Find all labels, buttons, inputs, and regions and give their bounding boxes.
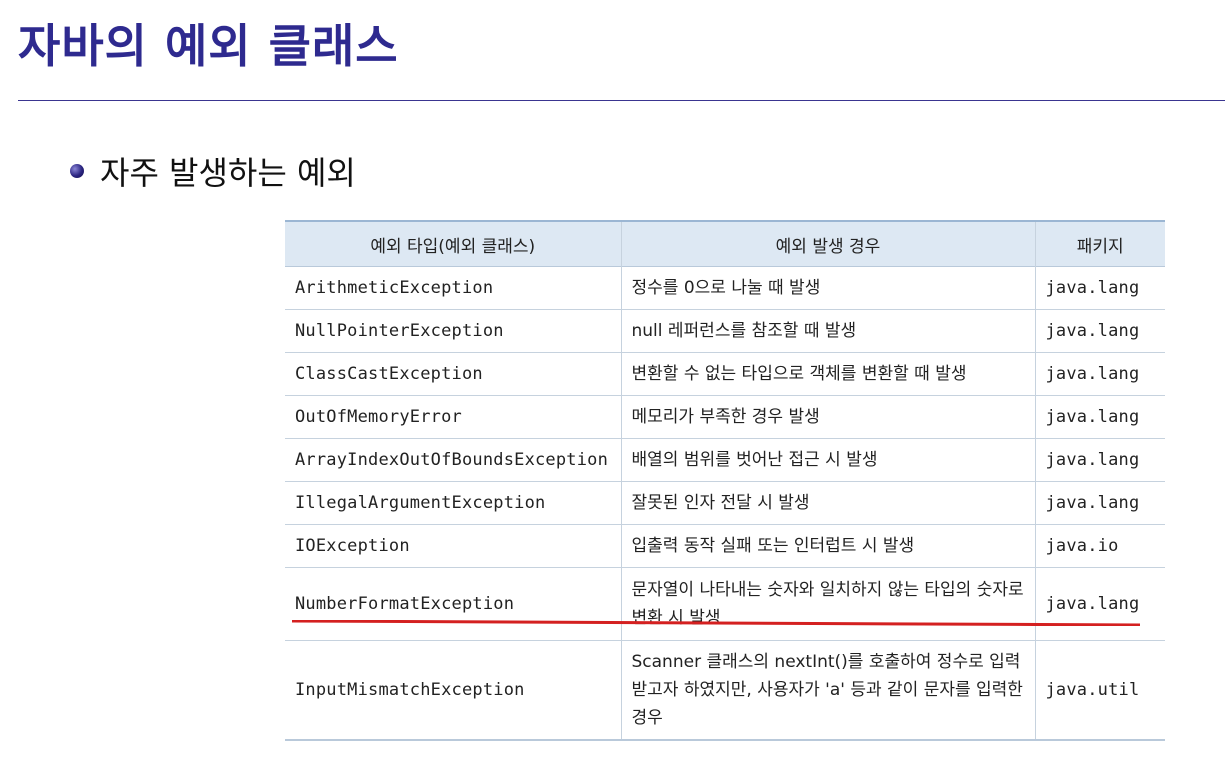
table-row: NumberFormatException 문자열이 나타내는 숫자와 일치하지… [285, 567, 1165, 641]
exception-type-cell: NullPointerException [285, 309, 622, 353]
exception-type-cell: NumberFormatException [285, 567, 622, 641]
exception-type-cell: InputMismatchException [285, 640, 622, 741]
table-row: ArithmeticException 정수를 0으로 나눌 때 발생 java… [285, 266, 1165, 310]
package-cell: java.lang [1035, 352, 1165, 396]
condition-cell: 입출력 동작 실패 또는 인터럽트 시 발생 [621, 524, 1036, 568]
table-row: IllegalArgumentException 잘못된 인자 전달 시 발생 … [285, 481, 1165, 525]
bullet-icon [70, 164, 84, 178]
condition-cell: 정수를 0으로 나눌 때 발생 [621, 266, 1036, 310]
header-package: 패키지 [1076, 236, 1124, 257]
exception-type-cell: ClassCastException [285, 352, 622, 396]
exception-type-cell: OutOfMemoryError [285, 395, 622, 439]
condition-cell: Scanner 클래스의 nextInt()를 호출하여 정수로 입력받고자 하… [621, 640, 1036, 741]
condition-cell: 메모리가 부족한 경우 발생 [621, 395, 1036, 439]
table-row: NullPointerException null 레퍼런스를 참조할 때 발생… [285, 309, 1165, 353]
exception-type-cell: ArithmeticException [285, 266, 622, 310]
bullet-text: 자주 발생하는 예외 [100, 154, 356, 192]
exception-type-cell: IOException [285, 524, 622, 568]
condition-cell: 문자열이 나타내는 숫자와 일치하지 않는 타입의 숫자로 변환 시 발생 [621, 567, 1036, 641]
slide-title: 자바의 예외 클래스 [18, 19, 399, 73]
package-cell: java.lang [1035, 481, 1165, 525]
exception-table-container: 예외 타입(예외 클래스) 예외 발생 경우 패키지 ArithmeticExc… [285, 220, 1165, 741]
condition-cell: 잘못된 인자 전달 시 발생 [621, 481, 1036, 525]
package-cell: java.lang [1035, 309, 1165, 353]
table-row: ClassCastException 변환할 수 없는 타입으로 객체를 변환할… [285, 352, 1165, 396]
table-row: OutOfMemoryError 메모리가 부족한 경우 발생 java.lan… [285, 395, 1165, 439]
exception-type-cell: IllegalArgumentException [285, 481, 622, 525]
header-condition: 예외 발생 경우 [621, 221, 1036, 267]
package-cell: java.lang [1035, 395, 1165, 439]
condition-cell: 배열의 범위를 벗어난 접근 시 발생 [621, 438, 1036, 482]
package-cell: java.lang [1035, 266, 1165, 310]
title-divider [18, 100, 1225, 101]
bullet-item: 자주 발생하는 예외 [70, 148, 356, 194]
package-cell: java.util [1035, 640, 1165, 741]
table-row: ArrayIndexOutOfBoundsException 배열의 범위를 벗… [285, 438, 1165, 482]
header-exception-type: 예외 타입(예외 클래스) [285, 221, 622, 267]
package-cell: java.io [1035, 524, 1165, 568]
package-cell: java.lang [1035, 567, 1165, 641]
exception-type-cell: ArrayIndexOutOfBoundsException [285, 438, 622, 482]
package-cell: java.lang [1035, 438, 1165, 482]
condition-cell: 변환할 수 없는 타입으로 객체를 변환할 때 발생 [621, 352, 1036, 396]
table-row: IOException 입출력 동작 실패 또는 인터럽트 시 발생 java.… [285, 524, 1165, 568]
exception-table: 예외 타입(예외 클래스) 예외 발생 경우 패키지 ArithmeticExc… [285, 220, 1165, 741]
table-row: InputMismatchException Scanner 클래스의 next… [285, 640, 1165, 741]
table-header-row: 예외 타입(예외 클래스) 예외 발생 경우 패키지 [285, 221, 1165, 267]
condition-cell: null 레퍼런스를 참조할 때 발생 [621, 309, 1036, 353]
